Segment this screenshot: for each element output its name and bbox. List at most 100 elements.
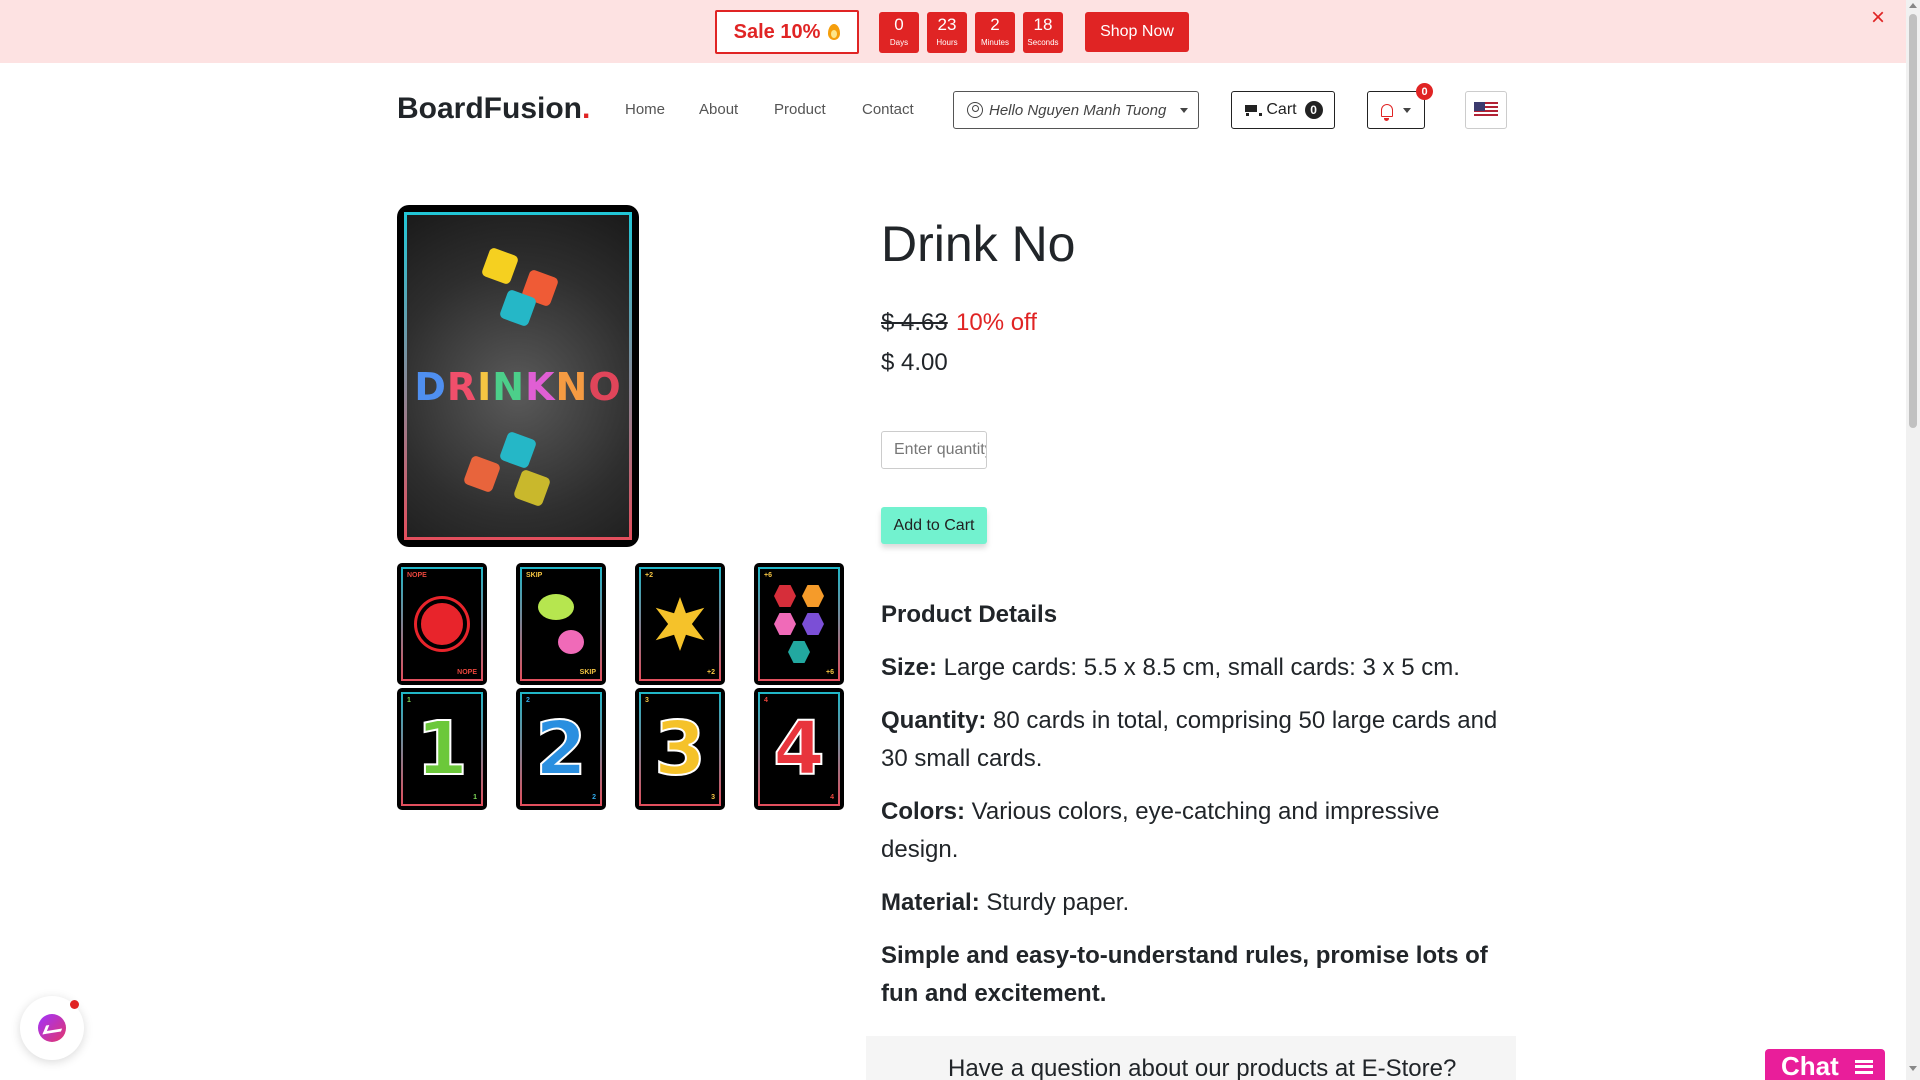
nav-link-home[interactable]: Home [625, 101, 665, 118]
cart-label: Cart [1266, 101, 1297, 118]
detail-label: Colors: [881, 798, 965, 825]
card-tag: SKIP [526, 572, 543, 579]
detail-tagline: Simple and easy-to-understand rules, pro… [881, 937, 1521, 1013]
thumbnail-card: 2 2 2 [520, 692, 602, 806]
scroll-down-icon[interactable] [1909, 1066, 1917, 1071]
notification-count-badge: 0 [1416, 83, 1433, 100]
shop-now-button[interactable]: Shop Now [1085, 12, 1189, 52]
nope-card-icon [417, 599, 467, 649]
card-tag: +6 [826, 669, 834, 676]
thumbnail-card: +6 +6 [758, 567, 840, 681]
card-tag: 3 [645, 697, 649, 704]
plus-two-card-icon [655, 597, 705, 651]
countdown-value: 18 [1033, 14, 1053, 34]
countdown-value: 23 [937, 14, 957, 34]
product-title: Drink No [881, 216, 1076, 272]
sale-badge: Sale 10% [715, 10, 859, 54]
cart-icon [1243, 104, 1263, 116]
quantity-input[interactable] [881, 431, 987, 469]
thumbnail-card: 4 4 4 [758, 692, 840, 806]
product-thumbnail[interactable]: +6 +6 [754, 563, 844, 685]
question-text: Have a question about our products at E-… [948, 1055, 1457, 1080]
card-tag: 1 [407, 697, 411, 704]
product-thumbnail[interactable]: 4 4 4 [754, 688, 844, 810]
detail-colors: Colors: Various colors, eye-catching and… [881, 793, 1521, 869]
product-cover: DRINKNO [404, 212, 632, 540]
detail-material: Material: Sturdy paper. [881, 884, 1521, 922]
card-tag: 3 [711, 794, 715, 801]
countdown-unit: Minutes [980, 37, 1009, 47]
product-thumbnail[interactable]: 3 3 3 [635, 688, 725, 810]
card-tag: 4 [830, 794, 834, 801]
chat-label: Chat [1781, 1051, 1839, 1080]
card-tag: 4 [764, 697, 768, 704]
language-button[interactable] [1465, 91, 1507, 129]
scrollbar-thumb[interactable] [1909, 14, 1917, 428]
puzzle-piece-icon [480, 246, 520, 286]
chevron-down-icon [1180, 107, 1189, 113]
cart-count-badge: 0 [1304, 101, 1323, 119]
countdown-unit: Hours [936, 37, 958, 47]
countdown-value: 0 [894, 14, 904, 34]
plus-six-card-icon [774, 585, 824, 663]
card-tag: 2 [592, 794, 596, 801]
menu-icon [1855, 1059, 1873, 1074]
skip-card-icon [538, 594, 584, 654]
current-price: $ 4.00 [881, 349, 948, 376]
user-circle-icon [967, 102, 983, 118]
puzzle-piece-icon [512, 468, 552, 508]
brand-dot: . [582, 92, 591, 125]
detail-quantity: Quantity: 80 cards in total, comprising … [881, 702, 1521, 778]
card-tag: 2 [526, 697, 530, 704]
product-thumbnail[interactable]: SKIP SKIP [516, 563, 606, 685]
card-tag: +2 [645, 572, 653, 579]
close-icon[interactable]: × [1871, 6, 1885, 30]
number-one-card-icon: 1 [415, 705, 468, 793]
number-three-card-icon: 3 [653, 705, 706, 793]
card-tag: SKIP [579, 669, 596, 676]
details-heading: Product Details [881, 601, 1058, 628]
product-thumbnail[interactable]: 1 1 1 [397, 688, 487, 810]
discount-label: 10% off [956, 309, 1037, 336]
detail-text: Various colors, eye-catching and impress… [881, 798, 1440, 863]
product-thumbnail[interactable]: 2 2 2 [516, 688, 606, 810]
card-tag: NOPE [457, 669, 477, 676]
thumbnail-card: SKIP SKIP [520, 567, 602, 681]
notifications-button[interactable] [1367, 91, 1425, 129]
promo-content: Sale 10% 0 Days 23 Hours 2 Minutes 18 Se… [715, 10, 1189, 54]
sale-label: Sale 10% [733, 20, 821, 43]
cart-button[interactable]: Cart 0 [1231, 91, 1335, 129]
product-details: Product Details Size: Large cards: 5.5 x… [881, 596, 1521, 1028]
cover-title: DRINKNO [414, 365, 622, 409]
scroll-up-icon[interactable] [1909, 3, 1917, 8]
detail-label: Material: [881, 889, 980, 916]
tagline-text: Simple and easy-to-understand rules, pro… [881, 942, 1488, 1007]
brand-logo[interactable]: BoardFusion. [397, 92, 590, 126]
detail-text: Sturdy paper. [979, 889, 1130, 916]
messenger-notification-dot [70, 1000, 79, 1009]
countdown-seconds: 18 Seconds [1023, 11, 1063, 53]
product-thumbnail[interactable]: +2 +2 [635, 563, 725, 685]
thumbnail-card: 1 1 1 [401, 692, 483, 806]
thumbnail-card: NOPE NOPE [401, 567, 483, 681]
nav-link-product[interactable]: Product [774, 101, 826, 118]
chat-button[interactable]: Chat [1765, 1049, 1885, 1080]
product-thumbnail[interactable]: NOPE NOPE [397, 563, 487, 685]
number-four-card-icon: 4 [772, 705, 825, 793]
thumbnail-card: +2 +2 [639, 567, 721, 681]
number-two-card-icon: 2 [534, 705, 587, 793]
nav-link-contact[interactable]: Contact [862, 101, 914, 118]
countdown-hours: 23 Hours [927, 11, 967, 53]
user-greeting: Hello Nguyen Manh Tuong [989, 101, 1167, 119]
promo-bar: Sale 10% 0 Days 23 Hours 2 Minutes 18 Se… [0, 0, 1906, 63]
product-main-image[interactable]: DRINKNO [397, 205, 639, 547]
detail-text: Large cards: 5.5 x 8.5 cm, small cards: … [937, 654, 1460, 681]
page: Sale 10% 0 Days 23 Hours 2 Minutes 18 Se… [0, 0, 1920, 1080]
detail-size: Size: Large cards: 5.5 x 8.5 cm, small c… [881, 649, 1521, 687]
add-to-cart-button[interactable]: Add to Cart [881, 507, 987, 544]
page-scrollbar[interactable] [1906, 0, 1920, 1080]
nav-link-about[interactable]: About [699, 101, 738, 118]
countdown-unit: Days [889, 37, 909, 47]
puzzle-piece-icon [498, 430, 538, 470]
user-menu-button[interactable]: Hello Nguyen Manh Tuong [953, 91, 1199, 129]
